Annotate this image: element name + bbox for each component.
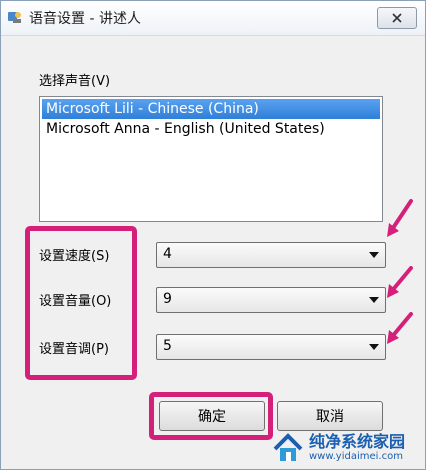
window-title: 语音设置 - 讲述人 bbox=[29, 11, 141, 27]
voice-select-label: 选择声音(V) bbox=[39, 74, 111, 89]
chevron-down-icon bbox=[369, 252, 379, 258]
volume-value: 9 bbox=[163, 291, 172, 307]
chevron-down-icon bbox=[369, 297, 379, 303]
narrator-app-icon bbox=[8, 12, 21, 23]
speed-value: 4 bbox=[163, 246, 172, 262]
chevron-down-icon bbox=[369, 344, 379, 350]
volume-dropdown[interactable]: 9 bbox=[156, 287, 386, 313]
house-logo-icon bbox=[273, 433, 303, 461]
annotation-arrow-icon bbox=[387, 199, 413, 237]
voice-item-lili[interactable]: Microsoft Lili - Chinese (China) bbox=[42, 99, 380, 119]
annotation-arrow-icon bbox=[387, 266, 413, 298]
close-icon bbox=[392, 13, 402, 23]
voice-settings-window: 语音设置 - 讲述人 选择声音(V) Microsoft Lili - Chin… bbox=[0, 0, 426, 470]
close-button[interactable] bbox=[377, 7, 417, 29]
ok-button[interactable]: 确定 bbox=[159, 401, 265, 431]
watermark-url: www.yidaimei.com bbox=[309, 451, 403, 462]
pitch-dropdown[interactable]: 5 bbox=[156, 334, 386, 360]
watermark: 纯净系统家园 www.yidaimei.com bbox=[271, 429, 421, 467]
pitch-label: 设置音调(P) bbox=[39, 342, 109, 357]
speed-label: 设置速度(S) bbox=[39, 249, 110, 264]
title-bar: 语音设置 - 讲述人 bbox=[1, 1, 425, 36]
volume-label: 设置音量(O) bbox=[39, 294, 112, 309]
cancel-button[interactable]: 取消 bbox=[277, 401, 383, 431]
pitch-value: 5 bbox=[163, 338, 172, 354]
watermark-brand: 纯净系统家园 bbox=[309, 432, 406, 451]
speed-dropdown[interactable]: 4 bbox=[156, 242, 386, 268]
voice-listbox[interactable]: Microsoft Lili - Chinese (China) Microso… bbox=[39, 96, 383, 222]
annotation-arrow-icon bbox=[387, 312, 413, 344]
voice-item-anna[interactable]: Microsoft Anna - English (United States) bbox=[42, 119, 380, 139]
dialog-content: 选择声音(V) Microsoft Lili - Chinese (China)… bbox=[1, 36, 425, 469]
